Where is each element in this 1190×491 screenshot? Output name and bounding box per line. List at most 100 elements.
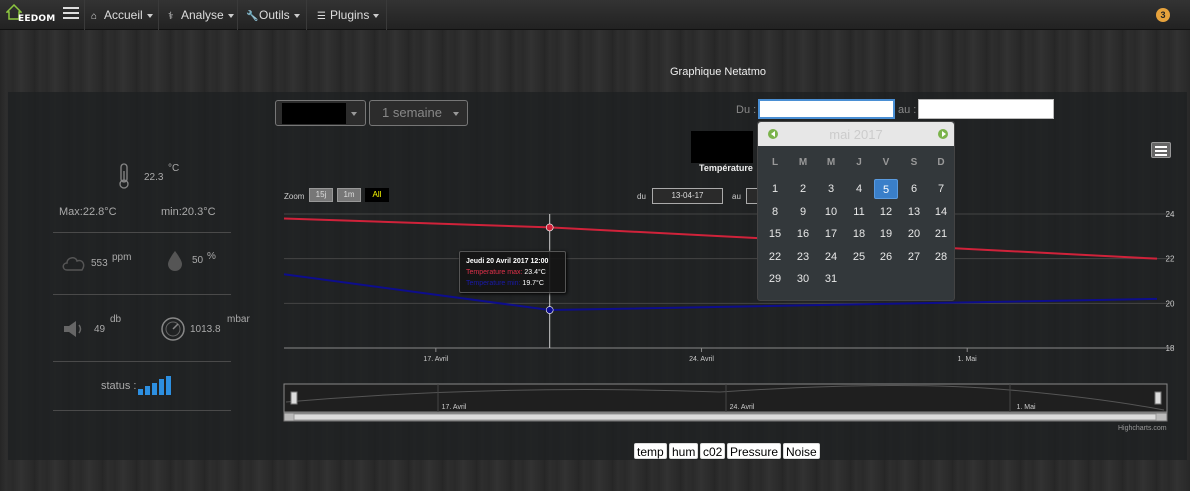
status-label: status : — [101, 380, 137, 392]
day-cell-30[interactable]: 30 — [791, 269, 815, 289]
legend-co2[interactable]: c02 — [700, 443, 726, 459]
day-cell-18[interactable]: 18 — [847, 224, 871, 244]
day-cell-21[interactable]: 21 — [929, 224, 953, 244]
day-cell-7[interactable]: 7 — [929, 179, 953, 199]
zoom-1m-button[interactable]: 1m — [337, 188, 361, 202]
temperature-min: min:20.3°C — [161, 206, 216, 218]
widget-divider — [53, 232, 231, 233]
day-cell-11[interactable]: 11 — [847, 202, 871, 222]
chart-subtitle: Température — [699, 163, 753, 173]
humidity-unit: % — [207, 251, 216, 262]
pressure-gauge-icon — [161, 317, 185, 341]
nav-divider — [386, 0, 387, 30]
temperature-value: 22.3 — [144, 172, 164, 183]
nav-divider — [84, 0, 85, 30]
temperature-unit: °C — [168, 163, 180, 174]
humidity-drop-icon — [168, 251, 182, 271]
humidity-value: 50 — [192, 255, 204, 266]
day-cell-12[interactable]: 12 — [874, 202, 898, 222]
day-cell-2[interactable]: 2 — [791, 179, 815, 199]
nav-plugins-label: Plugins — [330, 8, 370, 22]
nav-accueil[interactable]: ⌂ Accueil — [91, 0, 153, 30]
nav-divider — [158, 0, 159, 30]
day-cell-31[interactable]: 31 — [819, 269, 843, 289]
day-cell-19[interactable]: 19 — [874, 224, 898, 244]
chart-menu-button[interactable] — [1151, 142, 1171, 158]
pressure-value: 1013.8 — [190, 324, 221, 335]
day-cell-5[interactable]: 5 — [874, 179, 898, 199]
date-to-input[interactable] — [918, 99, 1054, 119]
day-cell-16[interactable]: 16 — [791, 224, 815, 244]
tasks-icon: ☰ — [317, 11, 326, 22]
thermometer-icon — [119, 163, 129, 189]
highcharts-credits[interactable]: Highcharts.com — [1118, 425, 1167, 432]
legend-temp[interactable]: temp — [634, 443, 667, 459]
chevron-down-icon — [453, 112, 459, 116]
nav-divider — [237, 0, 238, 30]
day-cell-1[interactable]: 1 — [763, 179, 787, 199]
day-cell-13[interactable]: 13 — [902, 202, 926, 222]
day-cell-6[interactable]: 6 — [902, 179, 926, 199]
redacted-block — [282, 103, 346, 124]
day-cell-17[interactable]: 17 — [819, 224, 843, 244]
chevron-down-icon — [227, 13, 234, 18]
day-cell-4[interactable]: 4 — [847, 179, 871, 199]
day-cell-25[interactable]: 25 — [847, 247, 871, 267]
pressure-unit: mbar — [227, 314, 250, 325]
hamburger-menu-icon[interactable] — [63, 7, 79, 21]
day-cell-15[interactable]: 15 — [763, 224, 787, 244]
legend-hum[interactable]: hum — [669, 443, 699, 459]
logo-text: EEDOM — [18, 14, 56, 24]
day-cell-10[interactable]: 10 — [819, 202, 843, 222]
day-cell-28[interactable]: 28 — [929, 247, 953, 267]
tooltip-max-value: 23.4°C — [524, 269, 546, 276]
day-cell-20[interactable]: 20 — [902, 224, 926, 244]
tooltip-max-label: Temperature max: — [466, 269, 523, 276]
noise-unit: db — [110, 314, 122, 325]
weekday-header: M — [798, 157, 808, 168]
day-cell-24[interactable]: 24 — [819, 247, 843, 267]
period-select[interactable]: 1 semaine — [369, 100, 468, 126]
notification-badge[interactable]: 3 — [1156, 8, 1170, 22]
day-cell-22[interactable]: 22 — [763, 247, 787, 267]
legend-noise[interactable]: Noise — [783, 443, 820, 459]
zoom-15j-button[interactable]: 15j — [309, 188, 333, 202]
date-from-input[interactable] — [758, 99, 895, 119]
datepicker-popup: mai 2017 L M M J V S D 1 2 3 4 5 6 7 8 9 10 11 12 13 14 15 16 1… — [757, 121, 955, 301]
next-month-icon[interactable] — [938, 129, 948, 139]
range-from-input[interactable]: 13-04-17 — [652, 188, 723, 204]
stethoscope-icon: ⚕ — [168, 11, 174, 22]
tooltip-min-label: Temperature min: — [466, 280, 521, 287]
co2-unit: ppm — [112, 252, 132, 263]
day-cell-23[interactable]: 23 — [791, 247, 815, 267]
day-cell-3[interactable]: 3 — [819, 179, 843, 199]
day-cell-26[interactable]: 26 — [874, 247, 898, 267]
day-cell-8[interactable]: 8 — [763, 202, 787, 222]
datepicker-header: mai 2017 — [758, 122, 954, 146]
widget-divider — [53, 294, 231, 295]
zoom-label: Zoom — [284, 192, 305, 201]
page-title: Graphique Netatmo — [670, 66, 766, 78]
signal-bars-icon — [138, 376, 171, 395]
day-cell-29[interactable]: 29 — [763, 269, 787, 289]
day-cell-9[interactable]: 9 — [791, 202, 815, 222]
range-au-label: au — [732, 192, 741, 201]
zoom-all-button[interactable]: All — [365, 188, 389, 202]
datepicker-month-title: mai 2017 — [829, 127, 883, 142]
day-cell-27[interactable]: 27 — [902, 247, 926, 267]
chevron-down-icon — [351, 112, 357, 116]
co2-cloud-icon — [62, 257, 85, 271]
redacted-block — [691, 131, 753, 163]
nav-analyse-label: Analyse — [181, 8, 224, 22]
nav-outils[interactable]: 🔧Outils — [246, 0, 300, 30]
legend-pressure[interactable]: Pressure — [727, 443, 782, 459]
tooltip-min-value: 19.7°C — [522, 280, 544, 287]
nav-analyse[interactable]: ⚕ Analyse — [168, 0, 234, 30]
speaker-icon — [64, 321, 82, 337]
day-cell-14[interactable]: 14 — [929, 202, 953, 222]
co2-value: 553 — [91, 258, 108, 269]
weekday-header: S — [910, 157, 918, 168]
nav-plugins[interactable]: ☰ Plugins — [317, 0, 380, 30]
chart-tooltip: Jeudi 20 Avril 2017 12:00 Temperature ma… — [459, 251, 566, 293]
jeedom-logo[interactable]: EEDOM — [6, 3, 58, 27]
